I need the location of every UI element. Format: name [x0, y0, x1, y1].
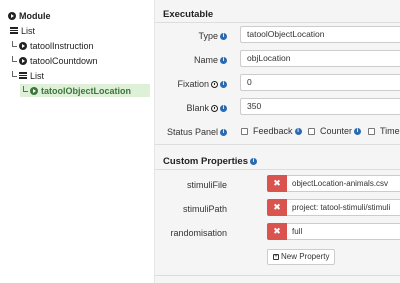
blank-field[interactable]: 350: [240, 98, 400, 115]
timer-label: Timer: [380, 126, 400, 136]
tree-item-tatoolobjectlocation[interactable]: tatoolObjectLocation: [20, 84, 150, 97]
property-name-label: stimuliFile: [186, 180, 227, 190]
fixation-field[interactable]: 0: [240, 74, 400, 91]
tree-item-label: List: [30, 70, 45, 81]
timer-checkbox[interactable]: [368, 128, 375, 135]
fixation-label: Fixation i: [155, 79, 227, 89]
section-divider: [155, 144, 400, 145]
tree-item-list[interactable]: List: [10, 24, 35, 37]
properties-panel: Executable Type i tatoolObjectLocation Na…: [155, 0, 400, 283]
tree-connector: [23, 85, 28, 92]
tree-item-label: List: [21, 25, 36, 36]
delete-property-button[interactable]: ✖: [267, 223, 287, 240]
info-icon[interactable]: i: [220, 57, 227, 65]
tree-connector: [12, 70, 17, 77]
type-field[interactable]: tatoolObjectLocation: [240, 26, 400, 43]
plus-icon: +: [273, 253, 279, 260]
status-panel-label-text: Status Panel: [166, 127, 218, 137]
play-circle-icon: [19, 56, 27, 65]
counter-checkbox[interactable]: [308, 128, 315, 135]
property-name-label: stimuliPath: [182, 204, 227, 214]
feedback-checkbox[interactable]: [241, 128, 248, 135]
delete-property-button[interactable]: ✖: [267, 199, 287, 216]
feedback-label: Feedback i: [253, 126, 302, 136]
blank-label: Blank i: [155, 103, 227, 113]
play-circle-icon: [30, 86, 38, 95]
custom-properties-title: Custom Properties i: [163, 156, 257, 167]
tree-item-label: tatoolCountdown: [30, 55, 98, 66]
type-label: Type i: [155, 31, 227, 41]
name-label: Name i: [155, 55, 227, 65]
tree-item-tatoolinstruction[interactable]: tatoolInstruction: [12, 39, 94, 52]
info-icon[interactable]: i: [220, 129, 227, 137]
info-icon[interactable]: i: [250, 157, 257, 165]
section-divider: [155, 169, 400, 170]
info-icon[interactable]: i: [220, 105, 227, 113]
info-icon[interactable]: i: [220, 81, 227, 89]
module-tree: Module List tatoolInstruction tatoolCoun…: [0, 0, 155, 283]
feedback-label-text: Feedback: [253, 126, 293, 136]
info-icon[interactable]: i: [294, 128, 302, 136]
tree-item-label: tatoolInstruction: [30, 40, 94, 51]
new-property-button[interactable]: + New Property: [267, 249, 336, 265]
counter-label: Counter i: [320, 126, 362, 136]
fixation-label-text: Fixation: [177, 79, 209, 89]
custom-properties-title-text: Custom Properties: [163, 156, 248, 167]
list-icon: [19, 72, 27, 79]
clock-icon: [211, 105, 218, 113]
new-property-label: New Property: [281, 252, 330, 261]
counter-label-text: Counter: [320, 126, 353, 136]
play-circle-icon: [8, 11, 16, 20]
info-icon[interactable]: i: [354, 128, 362, 136]
delete-property-button[interactable]: ✖: [267, 175, 287, 192]
section-divider: [155, 275, 400, 276]
status-panel-label: Status Panel i: [155, 127, 227, 137]
play-circle-icon: [19, 41, 27, 50]
clock-icon: [211, 81, 218, 89]
tree-root-module[interactable]: Module: [8, 9, 51, 22]
property-name-label: randomisation: [170, 228, 227, 238]
tree-item-label: tatoolObjectLocation: [41, 85, 131, 96]
name-label-text: Name: [193, 55, 218, 65]
section-divider: [155, 22, 400, 23]
property-value-field[interactable]: project: tatool-stimuli/stimuli: [287, 199, 400, 216]
list-icon: [10, 27, 18, 34]
tree-connector: [12, 55, 17, 62]
info-icon[interactable]: i: [220, 33, 227, 41]
tree-item-tatoolcountdown[interactable]: tatoolCountdown: [12, 54, 98, 67]
property-value-field[interactable]: objectLocation-animals.csv: [287, 175, 400, 192]
blank-label-text: Blank: [186, 103, 209, 113]
name-field[interactable]: objLocation: [240, 50, 400, 67]
tree-item-list-nested[interactable]: List: [12, 69, 44, 82]
tree-root-label: Module: [19, 10, 51, 21]
type-label-text: Type: [198, 31, 218, 41]
property-value-field[interactable]: full: [287, 223, 400, 240]
executable-title: Executable: [163, 9, 214, 20]
tree-connector: [12, 40, 17, 47]
